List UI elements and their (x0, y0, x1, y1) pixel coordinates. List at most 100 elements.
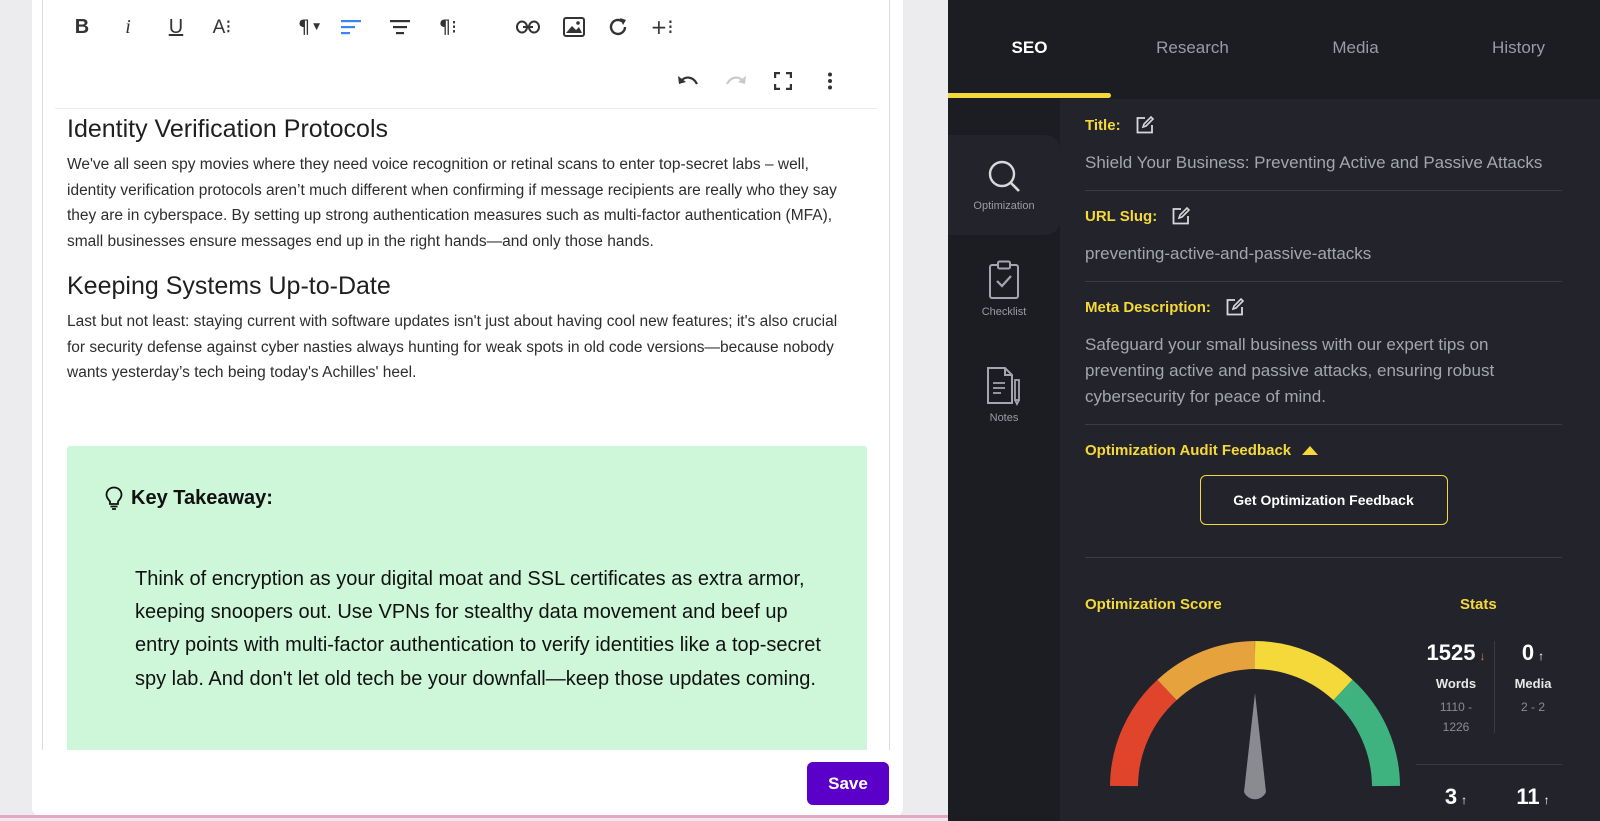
optimization-score-gauge (1110, 641, 1400, 800)
title-value[interactable]: Shield Your Business: Preventing Active … (1085, 150, 1562, 176)
gauge-needle (1244, 693, 1266, 800)
insert-more-button[interactable]: +⁝ (645, 10, 679, 44)
stat-media-value: 0 (1521, 640, 1535, 665)
tab-media[interactable]: Media (1274, 38, 1437, 58)
redo-button[interactable] (719, 64, 753, 98)
title-label-text: Title: (1085, 116, 1121, 134)
divider (1085, 424, 1562, 425)
tab-bar: SEO Research Media History (948, 0, 1600, 99)
more-vertical-icon (828, 72, 832, 90)
insert-link-button[interactable] (511, 10, 545, 44)
article-paragraph: We've all seen spy movies where they nee… (67, 156, 837, 251)
gauge-segment-orange (1157, 641, 1256, 701)
key-takeaway-text: Think of encryption as your digital moat… (135, 568, 821, 690)
side-item-label: Checklist (981, 306, 1027, 318)
image-icon (563, 17, 585, 37)
side-item-checklist[interactable]: Checklist (948, 239, 1060, 339)
side-item-label: Optimization (973, 200, 1035, 212)
stat-media-label: Media (1514, 676, 1552, 691)
stat-words-value: 1525 (1426, 640, 1476, 665)
toolbar-divider (55, 108, 877, 109)
url-slug-value[interactable]: preventing-active-and-passive-attacks (1085, 241, 1562, 267)
paragraph-format-button[interactable]: ¶ ▼ (287, 10, 331, 44)
article-heading: Keeping Systems Up-to-Date (67, 271, 391, 300)
link-icon (516, 20, 540, 34)
key-takeaway-box: Key Takeaway: Think of encryption as you… (67, 446, 867, 750)
stat-words-range-line: 1110 - (1439, 700, 1473, 714)
divider (1085, 190, 1562, 191)
rotate-button[interactable] (601, 10, 635, 44)
more-options-button[interactable] (813, 64, 847, 98)
magnifier-icon (988, 160, 1020, 192)
stats-divider (1416, 764, 1562, 765)
key-takeaway-heading: Key Takeaway: (105, 486, 273, 510)
article-heading: Identity Verification Protocols (67, 115, 388, 143)
caret-up-icon (1302, 446, 1319, 455)
article-paragraph: Last but not least: staying current with… (67, 312, 838, 382)
notes-icon (987, 367, 1020, 406)
stat-4: 11 ↑ (1504, 784, 1562, 810)
underline-button[interactable]: U (159, 10, 193, 44)
divider (1085, 557, 1562, 558)
gauge-segment-yellow (1254, 641, 1353, 701)
article-body[interactable]: Identity Verification Protocols We've al… (67, 112, 857, 386)
meta-description-label-text: Meta Description: (1085, 298, 1211, 316)
paragraph-more-button[interactable]: ¶⁝ (431, 10, 465, 44)
edit-icon[interactable] (1135, 115, 1155, 135)
arrow-up-icon: ↑ (1543, 793, 1550, 807)
rotate-icon (609, 18, 627, 36)
url-slug-label: URL Slug: (1085, 201, 1562, 231)
title-label: Title: (1085, 110, 1562, 140)
italic-button[interactable]: i (111, 10, 145, 44)
align-left-button[interactable] (335, 10, 369, 44)
gauge-segment-green (1333, 679, 1400, 787)
get-optimization-feedback-button[interactable]: Get Optimization Feedback (1199, 475, 1448, 525)
arrow-up-icon: ↑ (1461, 793, 1468, 807)
arrow-up-icon: ↑ (1538, 649, 1545, 663)
edit-icon[interactable] (1171, 206, 1191, 226)
divider (1085, 281, 1562, 282)
stat-media: 0 ↑ Media 2 - 2 (1504, 640, 1562, 717)
side-nav: Optimization Checklist Notes (948, 99, 1060, 821)
stats-divider (1494, 641, 1495, 733)
optimization-score-title: Optimization Score (1085, 596, 1222, 613)
stat-3: 3 ↑ (1420, 784, 1492, 810)
stats-title: Stats (1460, 596, 1497, 613)
stat-3-value: 3 (1444, 784, 1458, 809)
clipboard-check-icon (989, 260, 1019, 299)
seo-fields: Title: Shield Your Business: Preventing … (1085, 110, 1562, 568)
stat-words-range-line: 1226 (1442, 720, 1470, 734)
gauge-segment-red (1110, 679, 1177, 787)
audit-feedback-toggle[interactable]: Optimization Audit Feedback (1085, 435, 1562, 465)
bold-button[interactable]: B (65, 10, 99, 44)
stat-words-label: Words (1435, 676, 1477, 691)
arrow-down-icon: ↓ (1479, 649, 1486, 663)
font-size-button[interactable]: A⁝ (205, 10, 239, 44)
edit-icon[interactable] (1225, 297, 1245, 317)
save-button[interactable]: Save (807, 762, 889, 805)
side-item-optimization[interactable]: Optimization (948, 135, 1060, 235)
tab-seo[interactable]: SEO (948, 38, 1111, 58)
align-center-icon (390, 20, 410, 35)
fullscreen-icon (774, 72, 792, 90)
url-slug-label-text: URL Slug: (1085, 207, 1158, 225)
meta-description-value[interactable]: Safeguard your small business with our e… (1085, 332, 1562, 410)
editor-frame: B i U A⁝ ¶ ▼ ¶⁝ +⁝ Identity Verification … (42, 0, 890, 750)
tab-history[interactable]: History (1437, 38, 1600, 58)
stat-words: 1525 ↓ Words 1110 - 1226 (1420, 640, 1492, 737)
lightbulb-icon (105, 486, 123, 510)
meta-description-label: Meta Description: (1085, 292, 1562, 322)
undo-button[interactable] (671, 64, 705, 98)
key-takeaway-title: Key Takeaway: (131, 486, 273, 509)
undo-icon (678, 76, 698, 85)
side-item-notes[interactable]: Notes (948, 345, 1060, 445)
fullscreen-button[interactable] (766, 64, 800, 98)
audit-feedback-label: Optimization Audit Feedback (1085, 441, 1292, 459)
stat-media-range: 2 - 2 (1520, 700, 1545, 714)
stat-4-value: 11 (1516, 784, 1540, 809)
tab-research[interactable]: Research (1111, 38, 1274, 58)
align-center-button[interactable] (383, 10, 417, 44)
redo-icon (726, 76, 746, 85)
insert-image-button[interactable] (557, 10, 591, 44)
stat-words-range: 1110 - 1226 (1420, 697, 1492, 737)
